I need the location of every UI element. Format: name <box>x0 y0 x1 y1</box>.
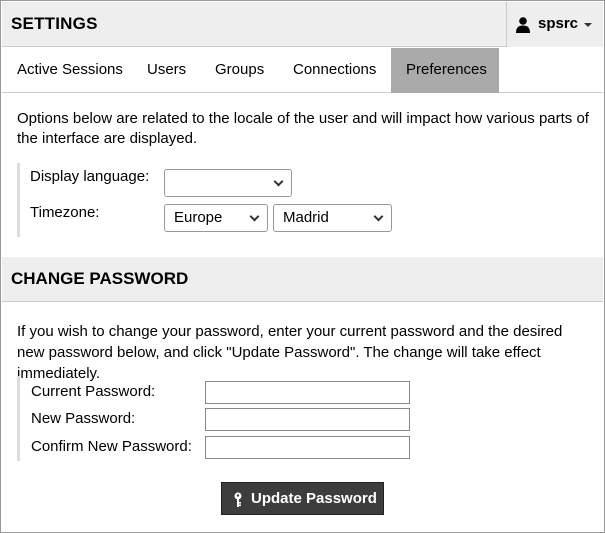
current-password-field[interactable] <box>205 381 410 404</box>
user-name: spsrc <box>538 15 579 32</box>
settings-tabs: Active Sessions Users Groups Connections… <box>2 48 603 93</box>
confirm-password-field[interactable] <box>205 436 410 459</box>
tab-preferences[interactable]: Preferences <box>391 48 499 93</box>
timezone-region-value: Europe <box>174 209 223 226</box>
tab-active-sessions[interactable]: Active Sessions <box>2 48 138 93</box>
change-password-header: CHANGE PASSWORD <box>2 257 603 302</box>
section-title: CHANGE PASSWORD <box>11 269 189 288</box>
timezone-label: Timezone: <box>30 204 100 221</box>
current-password-label: Current Password: <box>31 383 156 400</box>
timezone-city-select[interactable]: Madrid <box>273 204 392 232</box>
chevron-down-icon <box>273 176 284 187</box>
tab-users[interactable]: Users <box>132 48 201 93</box>
tab-connections[interactable]: Connections <box>278 48 391 93</box>
chevron-down-icon <box>249 211 260 222</box>
display-language-select[interactable] <box>164 169 292 197</box>
user-icon <box>516 17 530 33</box>
page-title: SETTINGS <box>11 14 98 33</box>
chevron-down-icon <box>373 211 384 222</box>
settings-header: SETTINGS spsrc <box>2 2 603 47</box>
change-password-intro: If you wish to change your password, ent… <box>17 323 563 382</box>
confirm-password-label: Confirm New Password: <box>31 438 192 455</box>
password-fieldset: Current Password: New Password: Confirm … <box>17 376 577 461</box>
tab-groups[interactable]: Groups <box>200 48 279 93</box>
new-password-label: New Password: <box>31 410 136 427</box>
update-password-label: Update Password <box>251 490 377 507</box>
timezone-city-value: Madrid <box>283 209 329 226</box>
preferences-intro: Options below are related to the locale … <box>17 110 589 147</box>
new-password-field[interactable] <box>205 408 410 431</box>
user-menu[interactable]: spsrc <box>506 2 603 47</box>
display-language-label: Display language: <box>30 168 150 185</box>
timezone-region-select[interactable]: Europe <box>164 204 268 232</box>
settings-panel: SETTINGS spsrc Active Sessions Users Gro… <box>0 0 605 533</box>
update-password-button[interactable]: Update Password <box>221 482 384 515</box>
chevron-down-icon <box>584 23 592 27</box>
key-icon <box>234 492 242 507</box>
locale-fieldset: Display language: Timezone: Europe Madri… <box>17 163 577 237</box>
